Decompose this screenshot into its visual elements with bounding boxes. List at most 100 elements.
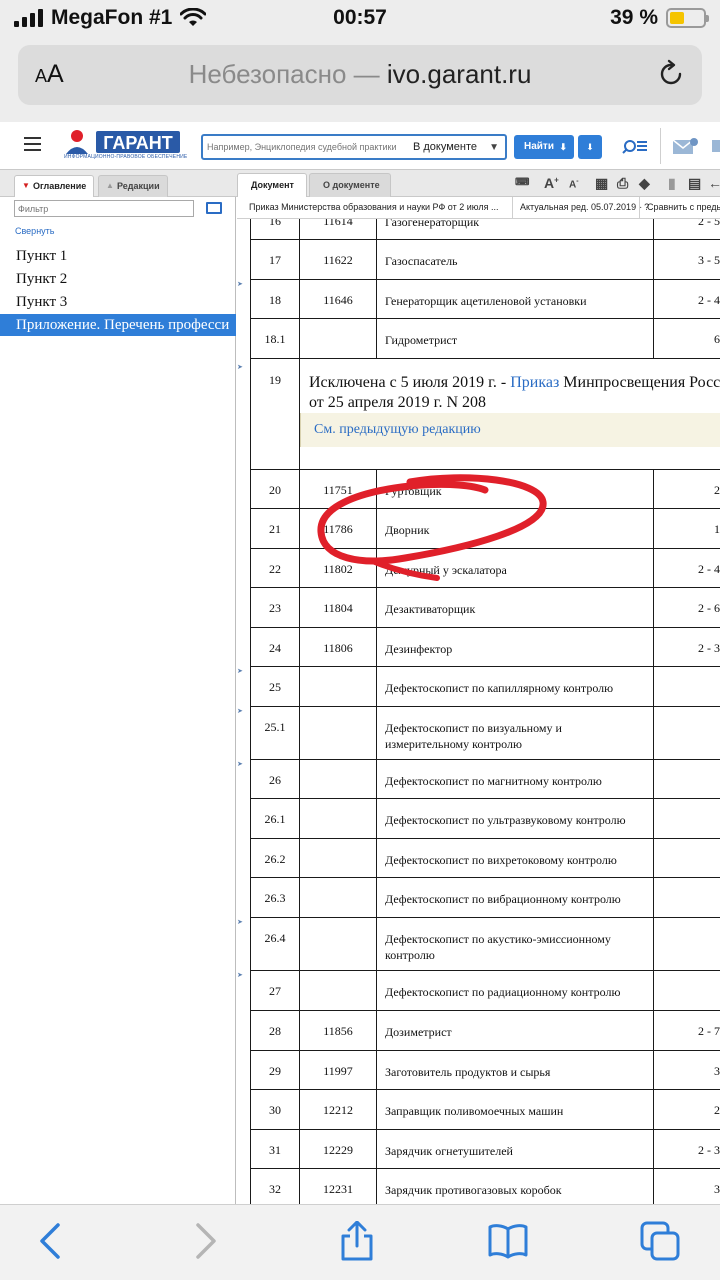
header-overflow[interactable] <box>712 140 720 152</box>
table-row: 26.2 Дефектоскопист по вихретоковому конт… <box>250 839 720 878</box>
tabs-icon[interactable] <box>640 1221 680 1261</box>
tab-contents[interactable]: ▼ Оглавление <box>14 175 94 197</box>
chevron-left-icon[interactable] <box>32 1221 72 1261</box>
battery-percent: 39 % <box>610 6 658 29</box>
row-code: 12231 <box>299 1169 376 1204</box>
row-grade: 2 - 4 <box>653 280 720 318</box>
share-nodes-icon[interactable]: ◆ <box>639 175 650 192</box>
row-grade: 2 - 6 <box>653 588 720 627</box>
print-icon[interactable]: ⎙ <box>617 175 628 192</box>
row-code: 11622 <box>299 240 376 279</box>
chevron-right-icon[interactable] <box>184 1221 224 1261</box>
change-marker-icon[interactable]: ➤ <box>237 281 243 288</box>
save-icon[interactable]: ▦ <box>595 175 608 192</box>
row-name: Заправщик поливомоечных машин <box>376 1090 653 1129</box>
order-link[interactable]: Приказ <box>510 374 559 391</box>
keyboard-icon[interactable]: ⌨ <box>515 177 529 188</box>
tab-about-document[interactable]: О документе <box>309 173 391 197</box>
row-number: 21 <box>250 509 299 548</box>
row-number: 32 <box>250 1169 299 1204</box>
row-code: 11856 <box>299 1011 376 1050</box>
row-grade <box>653 799 720 838</box>
row-code <box>299 760 376 798</box>
reload-icon[interactable] <box>656 59 686 89</box>
filter-toggle-icon[interactable] <box>206 202 222 214</box>
table-row: 22 11802 Дежурный у эскалатора 2 - 4 <box>250 549 720 588</box>
change-marker-icon[interactable]: ➤ <box>237 919 243 926</box>
sidebar-item-point-3[interactable]: Пункт 3 <box>0 291 236 313</box>
row-number: 23 <box>250 588 299 627</box>
app-header: ГАРАНТ ИНФОРМАЦИОННО-ПРАВОВОЕ ОБЕСПЕЧЕНИ… <box>0 122 720 170</box>
row-code: 12229 <box>299 1130 376 1168</box>
exclusion-suffix: Минпросвещения Росс <box>563 374 720 391</box>
change-marker-icon[interactable]: ➤ <box>237 972 243 979</box>
edition-selector[interactable]: Актуальная ред. 05.07.2019 - ? <box>520 202 649 212</box>
header-divider <box>660 128 661 164</box>
find-button[interactable]: Найти ⬇ <box>514 135 574 159</box>
row-name: Дезактиваторщик <box>376 588 653 627</box>
row-grade: 3 <box>653 1051 720 1089</box>
row-grade <box>653 971 720 1010</box>
change-marker-icon[interactable]: ➤ <box>237 708 243 715</box>
sidebar-item-point-1[interactable]: Пункт 1 <box>0 245 236 267</box>
row-name: Гуртовщик <box>376 470 653 508</box>
sidebar-item-appendix[interactable]: Приложение. Перечень професси <box>0 314 236 336</box>
row-code: 11804 <box>299 588 376 627</box>
logo-caption: ИНФОРМАЦИОННО-ПРАВОВОЕ ОБЕСПЕЧЕНИЕ <box>64 154 188 160</box>
row-number: 25 <box>250 667 299 706</box>
book-icon[interactable] <box>488 1221 528 1261</box>
row-number: 25.1 <box>250 707 299 759</box>
font-increase-icon[interactable]: A+ <box>544 175 559 191</box>
sidebar-item-point-2[interactable]: Пункт 2 <box>0 268 236 290</box>
exclusion-note: Исключена с 5 июля 2019 г. - Приказ Минп… <box>299 359 720 469</box>
find-options-button[interactable]: ⬇ <box>578 135 602 159</box>
url-text[interactable]: Небезопасно — ivo.garant.ru <box>18 59 702 90</box>
back-arrow-icon[interactable]: ← <box>708 175 720 191</box>
row-grade: 1 <box>653 509 720 548</box>
previous-edition-link[interactable]: См. предыдущую редакцию <box>314 422 481 438</box>
row-grade: 2 - 7 <box>653 1011 720 1050</box>
row-number: 26.3 <box>250 878 299 917</box>
menu-icon[interactable] <box>24 137 41 151</box>
table-row: ➤ 26.4 Дефектоскопист по акустико-эмиссион… <box>237 918 720 971</box>
row-number: 18 <box>250 280 299 318</box>
row-number: 27 <box>250 971 299 1010</box>
list-search-icon[interactable] <box>622 134 648 158</box>
row-grade <box>653 878 720 917</box>
compare-link[interactable]: Сравнить с предыду <box>647 202 720 212</box>
collapse-link[interactable]: Свернуть <box>15 226 54 236</box>
row-name: Гидрометрист <box>376 319 653 358</box>
mail-icon[interactable] <box>672 134 700 158</box>
change-marker-icon[interactable]: ➤ <box>237 364 243 371</box>
bookmark-icon[interactable]: ▮ <box>668 175 676 192</box>
status-bar: MegaFon #1 00:57 39 % <box>0 0 720 38</box>
filter-input[interactable] <box>14 200 194 217</box>
status-right: 39 % <box>610 6 709 30</box>
tab-editions[interactable]: ▲ Редакции <box>98 175 168 197</box>
search-scope-select[interactable]: В документе ▼ <box>407 138 503 156</box>
search-input[interactable] <box>207 139 403 155</box>
row-grade: 2 - 3 <box>653 1130 720 1168</box>
row-name: Дозиметрист <box>376 1011 653 1050</box>
table-row: 29 11997 Заготовитель продуктов и сырья 3 <box>250 1051 720 1090</box>
change-marker-icon[interactable]: ➤ <box>237 761 243 768</box>
row-number: 20 <box>250 470 299 508</box>
row-code <box>299 707 376 759</box>
row-number: 16 <box>250 219 299 239</box>
table-row: 18.1 Гидрометрист 6 <box>250 319 720 359</box>
row-code <box>299 319 376 358</box>
row-number: 28 <box>250 1011 299 1050</box>
change-marker-icon[interactable]: ➤ <box>237 668 243 675</box>
tab-document[interactable]: Документ <box>237 173 307 197</box>
professions-table: 16 11614 Газогенераторщик 2 - 5 17 11622… <box>237 219 720 1204</box>
table-row: 28 11856 Дозиметрист 2 - 7 <box>250 1011 720 1051</box>
battery-icon <box>666 8 709 28</box>
share-icon[interactable] <box>337 1221 377 1261</box>
font-decrease-icon[interactable]: A- <box>569 178 579 190</box>
exclusion-date: от 25 апреля 2019 г. N 208 <box>309 394 486 411</box>
book-icon[interactable]: ▤ <box>688 175 701 192</box>
exclusion-prefix: Исключена с 5 июля 2019 г. - <box>309 374 507 391</box>
row-code: 11646 <box>299 280 376 318</box>
address-bar[interactable]: AA Небезопасно — ivo.garant.ru <box>18 45 702 105</box>
row-name: Дежурный у эскалатора <box>376 549 653 587</box>
